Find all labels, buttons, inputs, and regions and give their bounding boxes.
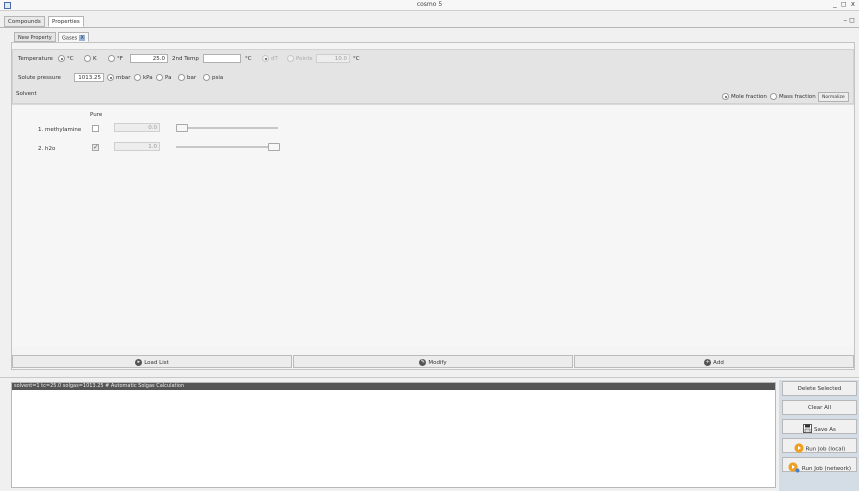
points-unit: °C bbox=[353, 56, 360, 62]
temp-unit-fahrenheit-label: °F bbox=[117, 56, 123, 62]
run-job-network-label: Run Job (network) bbox=[801, 466, 852, 472]
add-icon: + bbox=[704, 359, 712, 366]
pressure-unit-kpa-radio[interactable] bbox=[134, 74, 141, 81]
solute-pressure-label: Solute pressure bbox=[18, 75, 61, 81]
temperature-input[interactable]: 25.0 bbox=[130, 54, 168, 63]
tab-new-property[interactable]: New Property bbox=[14, 32, 56, 42]
pressure-unit-psia-label: psia bbox=[212, 75, 224, 81]
tab-compounds[interactable]: Compounds bbox=[4, 16, 45, 27]
tab-properties[interactable]: Properties bbox=[48, 16, 84, 27]
temp-unit-kelvin-radio[interactable] bbox=[84, 55, 91, 62]
pure-checkbox[interactable] bbox=[92, 143, 99, 151]
load-list-button[interactable]: ▸ Load List bbox=[12, 355, 292, 368]
tab-window-controls[interactable]: – ◻ bbox=[843, 16, 855, 24]
points-radio[interactable] bbox=[287, 55, 294, 62]
pressure-unit-pa-radio[interactable] bbox=[156, 74, 163, 81]
fraction-slider-handle[interactable] bbox=[268, 143, 280, 151]
pressure-unit-mbar-label: mbar bbox=[116, 75, 131, 81]
run-job-local-label: Run Job (local) bbox=[805, 446, 846, 453]
delete-selected-button[interactable]: Delete Selected bbox=[782, 381, 857, 396]
temp-unit-kelvin-label: K bbox=[93, 56, 97, 62]
job-list[interactable] bbox=[11, 382, 776, 488]
compound-list bbox=[12, 104, 854, 347]
modify-icon: ✎ bbox=[419, 359, 427, 366]
solvent-label: Solvent bbox=[16, 91, 37, 97]
fraction-slider-track[interactable] bbox=[176, 146, 280, 148]
load-list-label: Load List bbox=[144, 360, 169, 366]
pressure-unit-bar-label: bar bbox=[187, 75, 197, 81]
network-play-icon bbox=[788, 462, 800, 475]
splitter[interactable] bbox=[0, 377, 859, 378]
compound-label: 1. methylamine bbox=[38, 127, 82, 133]
pressure-unit-kpa-label: kPa bbox=[143, 75, 153, 81]
save-as-label: Save As bbox=[814, 427, 836, 433]
second-temp-label: 2nd Temp bbox=[172, 56, 199, 62]
mole-fraction-radio[interactable] bbox=[722, 93, 729, 100]
tab-divider bbox=[0, 27, 859, 28]
job-list-row[interactable]: solvent=1 tc=25.0 solgas=1013.25 # Autom… bbox=[12, 383, 775, 390]
tab-gases-label: Gases bbox=[62, 35, 78, 42]
solute-pressure-input[interactable]: 1013.25 bbox=[74, 73, 104, 82]
second-temp-unit: °C bbox=[245, 56, 252, 62]
pressure-unit-psia-radio[interactable] bbox=[203, 74, 210, 81]
modify-button[interactable]: ✎ Modify bbox=[293, 355, 573, 368]
points-label: Points bbox=[296, 56, 313, 62]
run-job-network-button[interactable]: Run Job (network) bbox=[782, 457, 857, 475]
mole-fraction-label: Mole fraction bbox=[731, 94, 767, 100]
fraction-input[interactable]: 0.0 bbox=[114, 123, 160, 132]
fraction-slider-track[interactable] bbox=[176, 127, 278, 129]
modify-label: Modify bbox=[428, 360, 447, 366]
fraction-slider-handle[interactable] bbox=[176, 124, 188, 132]
play-icon bbox=[794, 443, 804, 455]
pure-checkbox[interactable] bbox=[92, 125, 99, 132]
tab-gases[interactable]: Gases X bbox=[58, 32, 90, 42]
mass-fraction-radio[interactable] bbox=[770, 93, 777, 100]
save-icon bbox=[803, 424, 812, 435]
pressure-unit-mbar-radio[interactable] bbox=[107, 74, 114, 81]
temp-unit-celsius-radio[interactable] bbox=[58, 55, 65, 62]
mass-fraction-label: Mass fraction bbox=[779, 94, 816, 100]
points-input[interactable]: 10.0 bbox=[316, 54, 350, 63]
temperature-label: Temperature bbox=[18, 56, 53, 62]
load-icon: ▸ bbox=[135, 359, 143, 366]
normalize-button[interactable]: Normalize bbox=[818, 92, 849, 102]
clear-all-button[interactable]: Clear All bbox=[782, 400, 857, 415]
temp-unit-celsius-label: °C bbox=[67, 56, 74, 62]
second-temp-input[interactable] bbox=[203, 54, 241, 63]
window-title: cosmo 5 bbox=[416, 1, 443, 8]
save-as-button[interactable]: Save As bbox=[782, 419, 857, 434]
pressure-unit-pa-label: Pa bbox=[165, 75, 172, 81]
temp-unit-fahrenheit-radio[interactable] bbox=[108, 55, 115, 62]
dt-radio[interactable] bbox=[262, 55, 269, 62]
pure-header: Pure bbox=[90, 112, 103, 118]
add-button[interactable]: + Add bbox=[574, 355, 854, 368]
run-job-local-button[interactable]: Run Job (local) bbox=[782, 438, 857, 453]
dt-label: dT bbox=[271, 56, 278, 62]
window-controls[interactable]: _ ◻ x bbox=[833, 0, 856, 8]
add-label: Add bbox=[713, 360, 724, 366]
compound-label: 2. h2o bbox=[38, 146, 56, 152]
pressure-unit-bar-radio[interactable] bbox=[178, 74, 185, 81]
close-icon[interactable]: X bbox=[79, 35, 86, 41]
fraction-input[interactable]: 1.0 bbox=[114, 142, 160, 151]
